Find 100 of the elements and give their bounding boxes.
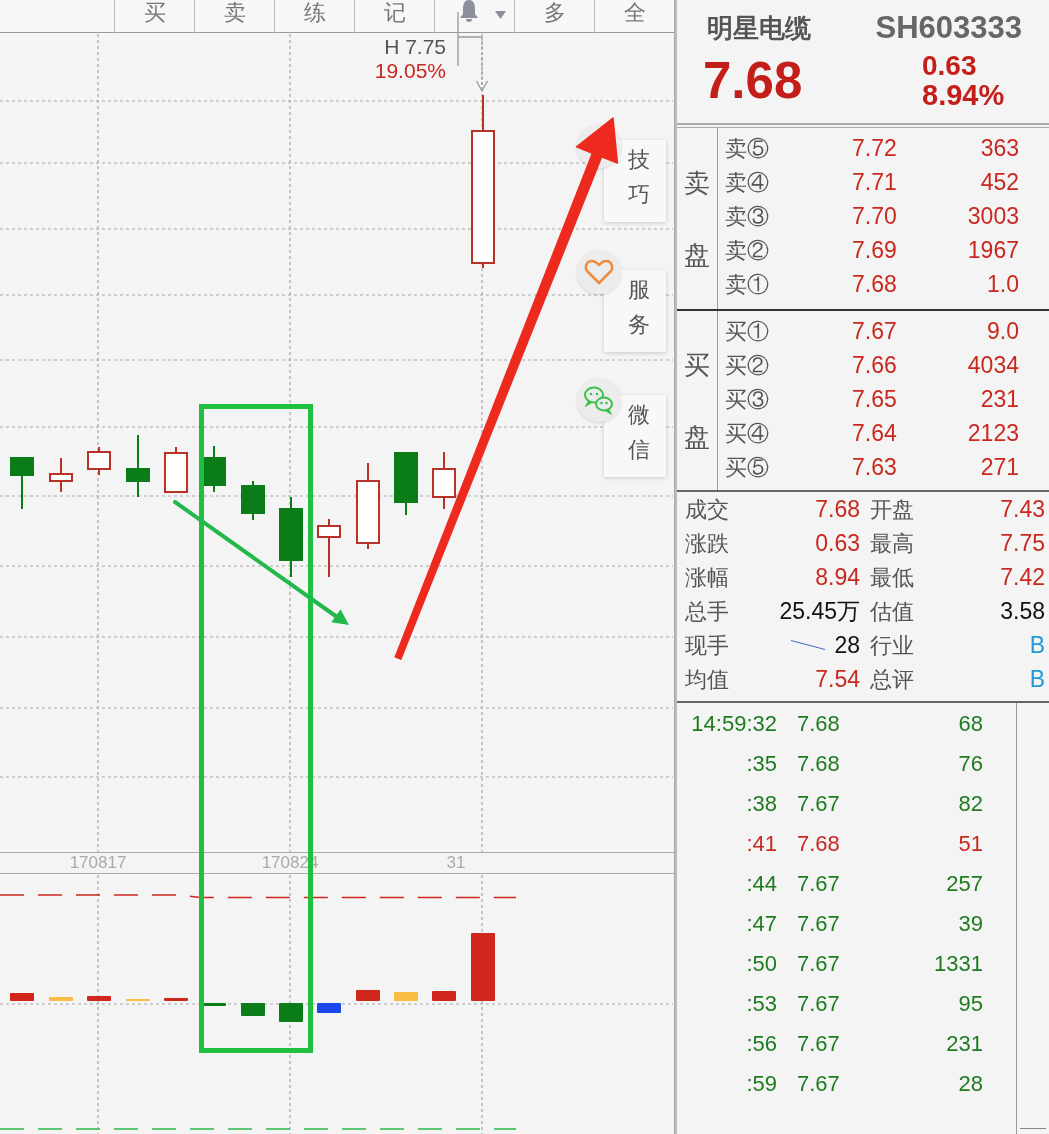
side-button[interactable]: 服务 <box>604 270 666 352</box>
order-side-label: 买盘 <box>684 348 710 454</box>
volume-bar <box>164 998 188 1001</box>
order-price: 7.66 <box>852 350 897 380</box>
order-level: 卖① <box>725 270 770 299</box>
candlestick <box>394 451 418 516</box>
toolbar-tab[interactable]: 全 <box>594 0 674 33</box>
candlestick <box>10 456 34 510</box>
caret-icon <box>495 11 506 19</box>
order-level: 买⑤ <box>725 453 770 482</box>
side-button[interactable]: 微信 <box>604 395 666 477</box>
tick-price: 7.67 <box>797 789 841 818</box>
order-price: 7.64 <box>852 418 897 448</box>
tick-price: 7.68 <box>797 749 841 778</box>
stat-label: 现手 <box>685 631 730 660</box>
stat-label: 总评 <box>870 665 915 694</box>
tick-volume: 257 <box>945 869 983 898</box>
volume-bar <box>356 990 380 1001</box>
candlestick <box>126 434 150 498</box>
order-volume: 4034 <box>966 350 1019 380</box>
stat-label: 总手 <box>685 597 730 626</box>
order-volume: 3003 <box>966 201 1019 231</box>
side-button[interactable]: 技巧 <box>604 140 666 222</box>
stat-value: B <box>1029 664 1045 694</box>
order-price: 7.70 <box>852 201 897 231</box>
stat-value: 0.63 <box>815 528 860 558</box>
order-level: 卖④ <box>725 168 770 197</box>
tick-price: 7.68 <box>797 709 841 738</box>
order-price: 7.71 <box>852 167 897 197</box>
tick-volume: 28 <box>957 1069 983 1098</box>
tick-time: :38 <box>745 789 777 818</box>
order-volume: 363 <box>979 133 1019 163</box>
tick-volume: 95 <box>957 989 983 1018</box>
tick-price: 7.67 <box>797 1069 841 1098</box>
tick-time: :53 <box>745 989 777 1018</box>
tick-time: 14:59:32 <box>690 709 777 738</box>
price-change: 0.63 <box>922 52 978 80</box>
axis-label: 170817 <box>69 853 127 873</box>
stat-value: 25.45万 <box>779 596 860 626</box>
toolbar-tab[interactable]: 记 <box>354 0 434 33</box>
tick-volume: 51 <box>957 829 983 858</box>
stat-label: 成交 <box>685 495 730 524</box>
volume-bar <box>241 1003 265 1016</box>
stock-code: SH603333 <box>875 8 1022 47</box>
tick-volume: 231 <box>945 1029 983 1058</box>
order-level: 卖② <box>725 236 770 265</box>
axis-label: 31 <box>446 853 466 873</box>
toolbar-tab[interactable]: 卖 <box>194 0 274 33</box>
order-level: 卖③ <box>725 202 770 231</box>
candlestick <box>164 446 188 493</box>
tick-time: :56 <box>745 1029 777 1058</box>
volume-bar <box>49 997 73 1001</box>
order-volume: 2123 <box>966 418 1019 448</box>
bell-icon <box>459 0 479 22</box>
stat-value: 7.68 <box>815 494 860 524</box>
order-level: 买③ <box>725 385 770 414</box>
order-volume: 9.0 <box>986 316 1019 346</box>
stat-value: 8.94 <box>815 562 860 592</box>
stat-label: 估值 <box>870 597 915 626</box>
candlestick <box>49 457 73 493</box>
toolbar-tab[interactable]: 练 <box>274 0 354 33</box>
stat-value: 7.42 <box>1000 562 1045 592</box>
tick-price: 7.67 <box>797 989 841 1018</box>
order-price: 7.67 <box>852 316 897 346</box>
order-price: 7.63 <box>852 452 897 482</box>
candlestick <box>432 451 456 510</box>
tick-volume: 39 <box>957 909 983 938</box>
candlestick <box>317 518 341 578</box>
stat-label: 最低 <box>870 563 915 592</box>
order-volume: 271 <box>979 452 1019 482</box>
toolbar-tab[interactable]: 买 <box>114 0 194 33</box>
order-price: 7.65 <box>852 384 897 414</box>
stat-label: 涨幅 <box>685 563 730 592</box>
stat-value: 7.54 <box>815 664 860 694</box>
order-volume: 231 <box>979 384 1019 414</box>
chat-icon <box>577 378 621 422</box>
order-volume: 1967 <box>966 235 1019 265</box>
stat-value: 3.58 <box>1000 596 1045 626</box>
stat-value: 7.75 <box>1000 528 1045 558</box>
toolbar-tab[interactable]: 多 <box>514 0 594 33</box>
last-price: 7.68 <box>703 52 804 110</box>
volume-bar <box>202 1003 226 1006</box>
volume-bar <box>471 933 495 1001</box>
tick-volume: 82 <box>957 789 983 818</box>
order-level: 卖⑤ <box>725 134 770 163</box>
order-volume: 452 <box>979 167 1019 197</box>
tick-volume: 76 <box>957 749 983 778</box>
tick-time: :35 <box>745 749 777 778</box>
tick-price: 7.67 <box>797 949 841 978</box>
order-level: 买④ <box>725 419 770 448</box>
tick-time: :47 <box>745 909 777 938</box>
percent-change: 8.94% <box>922 80 1005 110</box>
order-level: 买① <box>725 317 770 346</box>
candlestick <box>202 445 226 493</box>
order-side-label: 卖盘 <box>684 166 710 272</box>
tick-time: :59 <box>745 1069 777 1098</box>
stat-value: 28 <box>834 630 860 660</box>
tick-time: :50 <box>745 949 777 978</box>
stat-label: 均值 <box>685 665 730 694</box>
stock-name: 明星电缆 <box>707 11 811 45</box>
